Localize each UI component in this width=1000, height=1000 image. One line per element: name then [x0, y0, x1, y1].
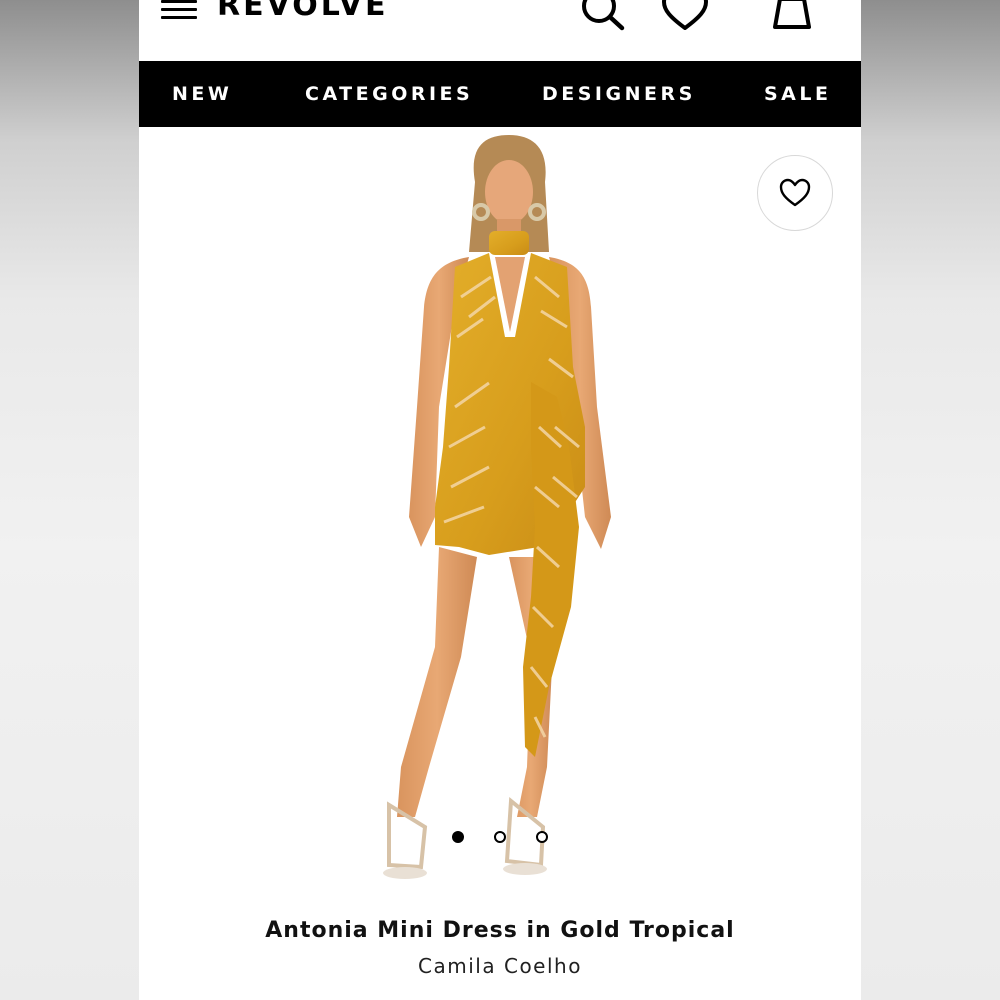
- hamburger-menu-icon[interactable]: [161, 0, 197, 20]
- category-nav-bar: NEW CATEGORIES DESIGNERS SALE: [139, 61, 861, 127]
- nav-item-sale[interactable]: SALE: [764, 61, 831, 127]
- revolve-logo[interactable]: REVOLVE: [217, 0, 388, 24]
- product-title: Antonia Mini Dress in Gold Tropical: [265, 918, 735, 943]
- search-icon[interactable]: [579, 0, 629, 38]
- product-designer-link[interactable]: Camila Coelho: [139, 952, 861, 980]
- wishlist-heart-icon[interactable]: [660, 0, 710, 38]
- carousel-pagination: [139, 831, 861, 847]
- carousel-dot-1[interactable]: [452, 831, 464, 843]
- heart-outline-icon: [779, 178, 811, 207]
- nav-item-designers[interactable]: DESIGNERS: [542, 61, 696, 127]
- carousel-dot-2[interactable]: [494, 831, 506, 843]
- carousel-dot-3[interactable]: [536, 831, 548, 843]
- product-image-carousel[interactable]: [139, 127, 861, 903]
- phone-screen: REVOLVE NEW CATEGORIES DESIGNERS SALE An…: [139, 0, 861, 1000]
- product-photo: [383, 135, 611, 879]
- add-to-wishlist-button[interactable]: [757, 155, 833, 231]
- nav-item-categories[interactable]: CATEGORIES: [305, 61, 473, 127]
- shopping-bag-icon[interactable]: [767, 0, 817, 38]
- nav-item-new[interactable]: NEW: [172, 61, 232, 127]
- site-header: REVOLVE: [139, 0, 861, 61]
